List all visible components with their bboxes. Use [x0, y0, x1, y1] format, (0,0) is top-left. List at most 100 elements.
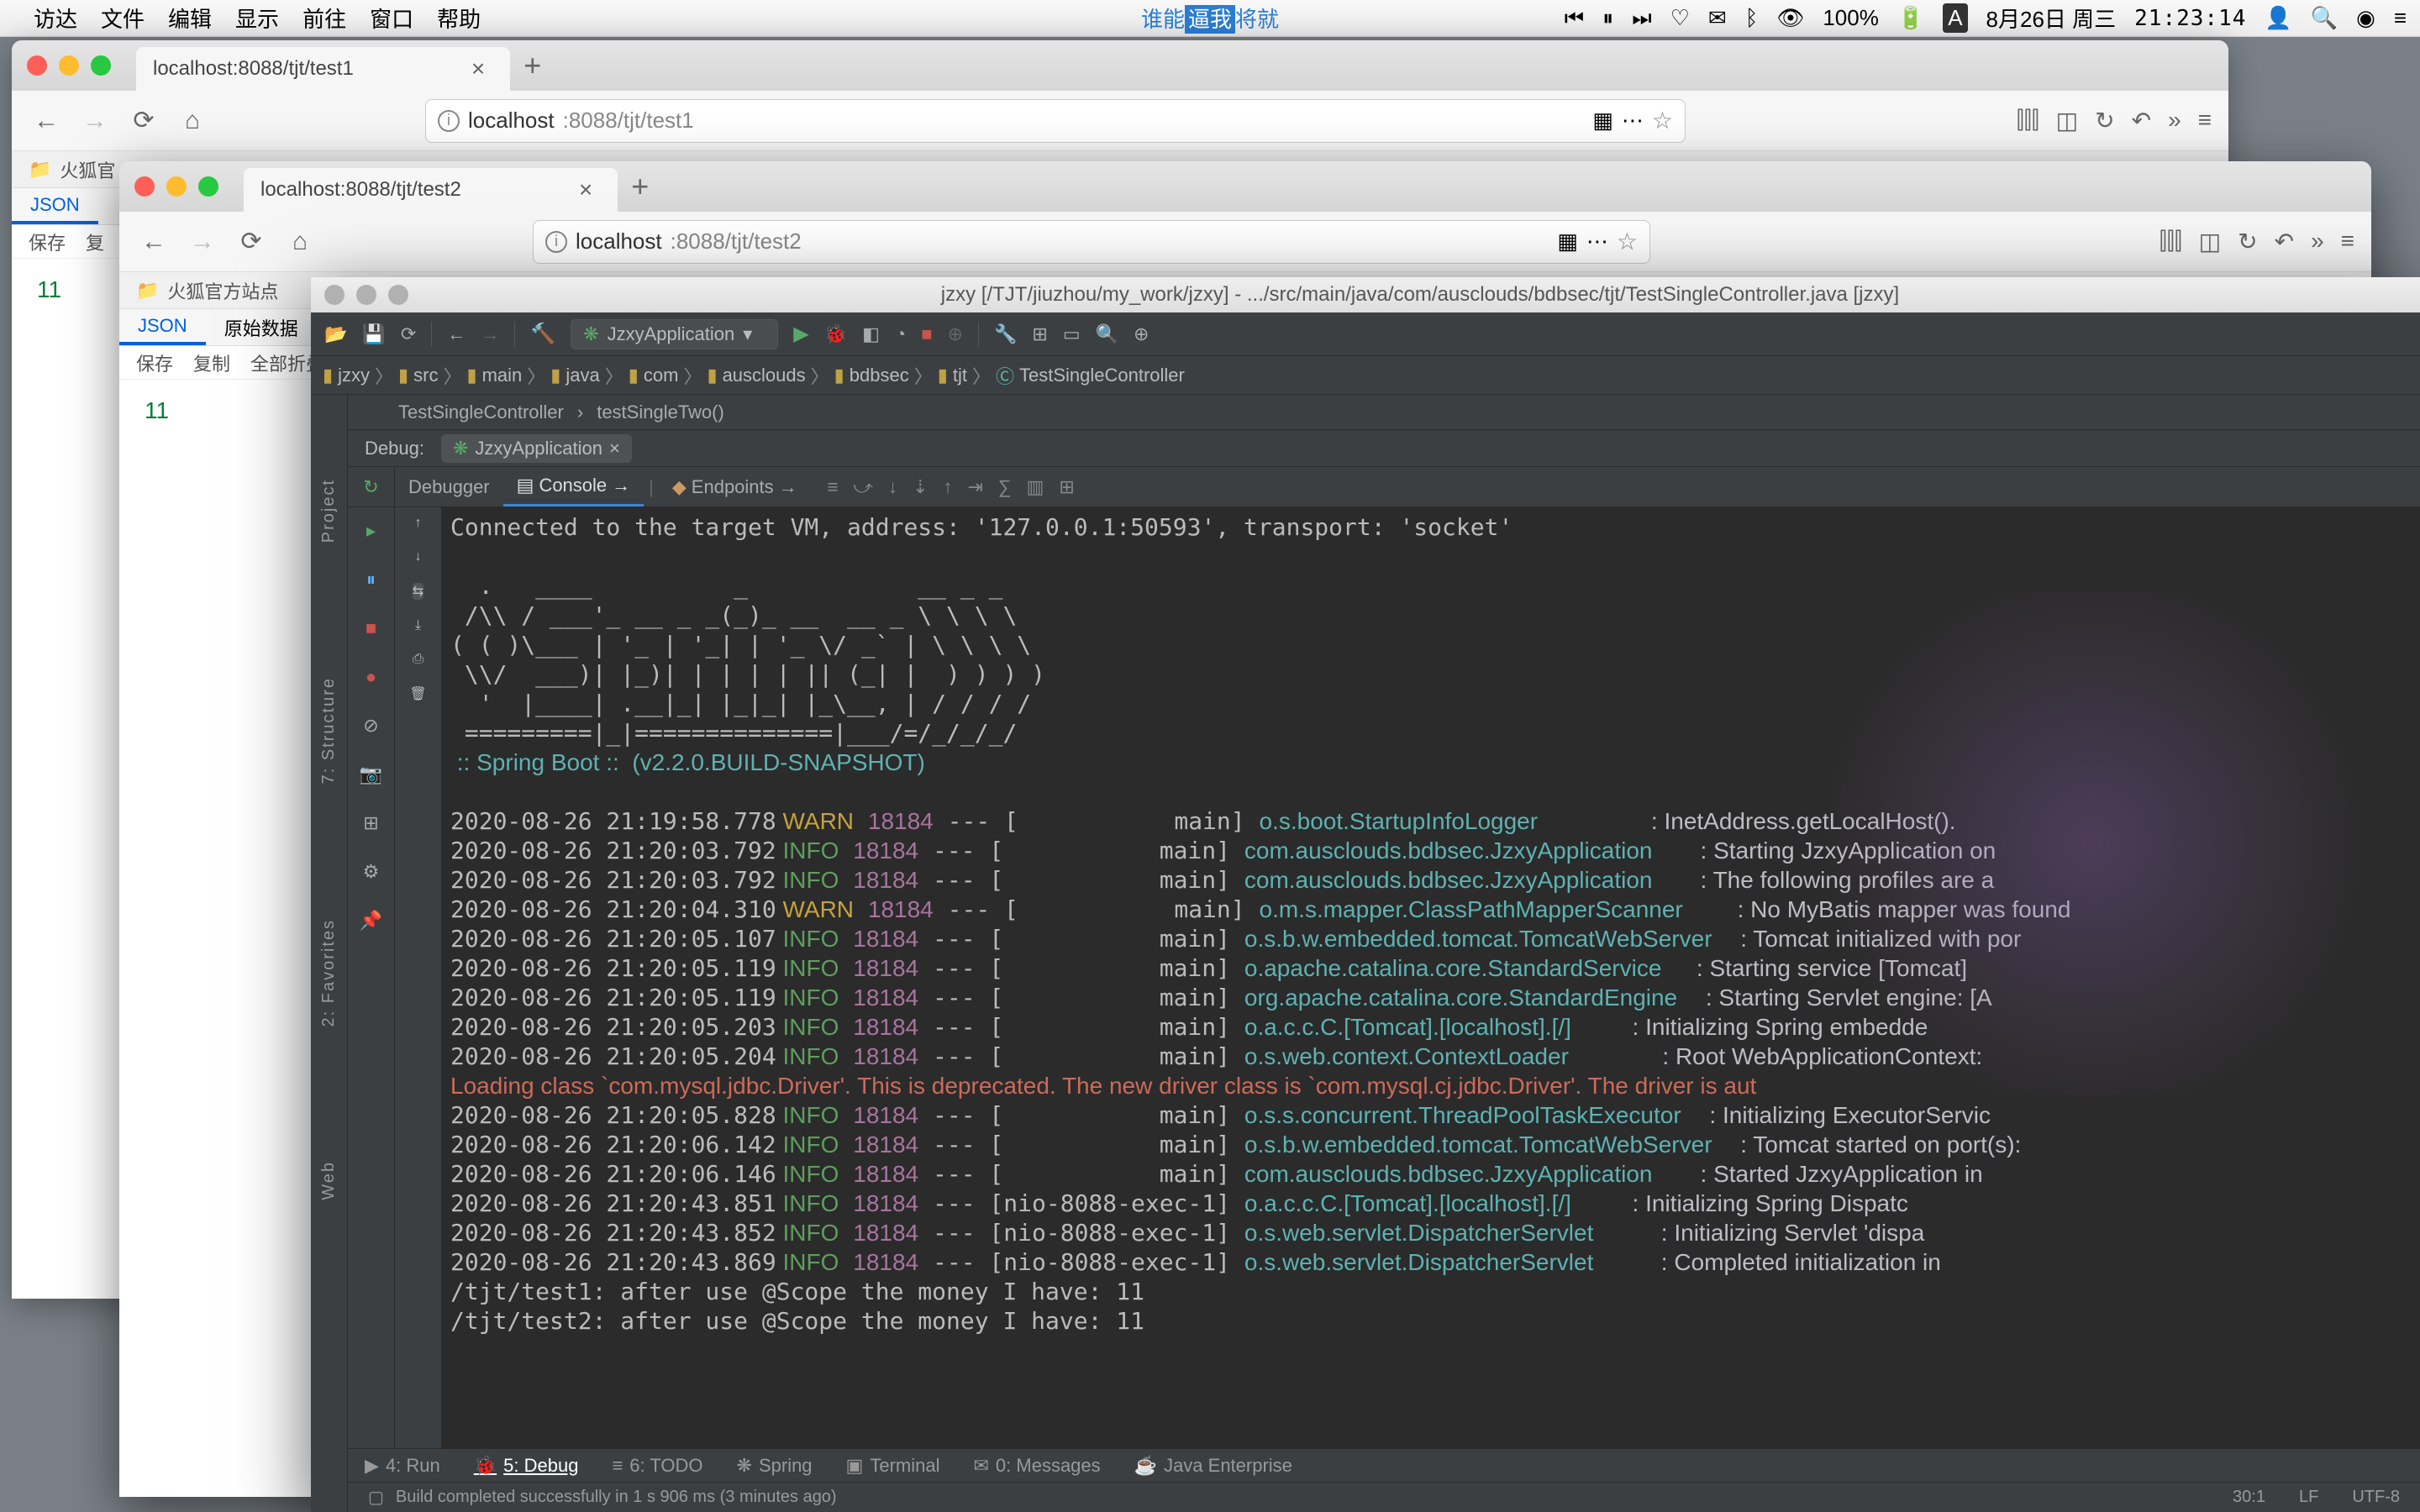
bookmark-item[interactable]: 火狐官: [60, 156, 115, 183]
ff1-traffic-lights[interactable]: [27, 55, 111, 76]
debugger-tab[interactable]: Debugger: [395, 467, 503, 507]
run-to-cursor-icon[interactable]: ⇥: [967, 476, 982, 498]
eye-icon[interactable]: 👁: [1776, 5, 1804, 31]
battery-icon[interactable]: 🔋: [1897, 5, 1924, 31]
mute-breakpoints-icon[interactable]: ⊘: [356, 711, 387, 741]
forward-button[interactable]: →: [77, 103, 113, 139]
ff2-urlbar[interactable]: i localhost:8088/tjt/test2 ▦ ⋯ ☆: [533, 220, 1650, 264]
profile-icon[interactable]: ◔: [895, 323, 906, 345]
down-icon[interactable]: ↓: [415, 549, 422, 564]
favorites-tool[interactable]: 2: Favorites: [319, 919, 339, 1026]
coverage-icon[interactable]: ◧: [862, 323, 880, 345]
open-icon[interactable]: 📂: [324, 323, 347, 345]
undo-icon[interactable]: ↶: [2132, 107, 2151, 134]
settings-icon[interactable]: ⚙: [356, 857, 387, 887]
close-icon[interactable]: ×: [471, 55, 485, 82]
bookmark-star-icon[interactable]: ☆: [1652, 107, 1673, 134]
debug-app-pill[interactable]: ❋ JzxyApplication ×: [441, 434, 632, 463]
ff1-urlbar[interactable]: i localhost:8088/tjt/test1 ▦ ⋯ ☆: [425, 99, 1686, 143]
new-tab-button[interactable]: +: [631, 169, 649, 204]
camera-icon[interactable]: 📷: [356, 759, 387, 790]
java-ee-tool[interactable]: ☕ Java Enterprise: [1134, 1455, 1292, 1477]
user-icon[interactable]: 👤: [2265, 5, 2291, 31]
editor-crumb-method[interactable]: testSingleTwo(): [597, 402, 724, 423]
info-icon[interactable]: i: [438, 110, 460, 132]
layout-icon[interactable]: ⊞: [356, 808, 387, 838]
menu-window[interactable]: 窗口: [370, 3, 413, 34]
reload-button[interactable]: ⟳: [126, 103, 161, 139]
run-icon[interactable]: ▶: [793, 322, 808, 346]
overflow-icon[interactable]: »: [2168, 107, 2181, 134]
pin-icon[interactable]: 📌: [356, 906, 387, 936]
structure-icon[interactable]: ⊞: [1032, 323, 1047, 345]
caret-position[interactable]: 30:1: [2233, 1488, 2265, 1507]
back-button[interactable]: ←: [29, 103, 64, 139]
crumb[interactable]: tjt: [953, 365, 967, 386]
qr-icon[interactable]: ▦: [1592, 108, 1613, 134]
crumb[interactable]: jzxy: [338, 365, 370, 386]
input-method-icon[interactable]: A: [1943, 3, 1967, 33]
run-tool[interactable]: ▶ 4: Run: [365, 1455, 440, 1477]
step-over-icon[interactable]: ⤻: [854, 476, 874, 498]
up-icon[interactable]: ↑: [415, 516, 422, 531]
menu-icon[interactable]: ≡: [2341, 228, 2354, 255]
undo-icon[interactable]: ↶: [2275, 228, 2294, 255]
spotlight-icon[interactable]: 🔍: [2311, 5, 2338, 31]
project-tool[interactable]: Project: [319, 479, 339, 543]
menu-go[interactable]: 前往: [302, 3, 346, 34]
debug-icon[interactable]: 🐞: [824, 323, 847, 345]
toggle-tools-icon[interactable]: ▢: [368, 1487, 384, 1508]
more-icon[interactable]: ⊕: [1134, 323, 1149, 345]
bookmark-item[interactable]: 火狐官方站点: [167, 277, 278, 304]
wechat-icon[interactable]: ✉: [1708, 5, 1727, 31]
evaluate-icon[interactable]: ∑: [998, 476, 1012, 498]
encoding[interactable]: UTF-8: [2352, 1488, 2400, 1507]
back-button[interactable]: ←: [136, 224, 171, 260]
save-icon[interactable]: 💾: [362, 323, 385, 345]
crumb[interactable]: src: [413, 365, 438, 386]
todo-tool[interactable]: ≡ 6: TODO: [612, 1455, 702, 1477]
menu-view[interactable]: 显示: [235, 3, 279, 34]
pause-icon[interactable]: ⏸: [356, 564, 387, 595]
close-icon[interactable]: ×: [579, 176, 592, 203]
heart-icon[interactable]: ♡: [1670, 5, 1690, 31]
forward-icon[interactable]: →: [481, 323, 499, 345]
wrench-icon[interactable]: 🔧: [994, 323, 1017, 345]
menu-file[interactable]: 文件: [101, 3, 145, 34]
menu-icon[interactable]: ≡: [2198, 107, 2212, 134]
endpoints-tab[interactable]: ◆ Endpoints →: [659, 467, 811, 507]
crumb[interactable]: com: [644, 365, 679, 386]
web-tool[interactable]: Web: [319, 1161, 339, 1200]
print-icon[interactable]: ⎙: [413, 652, 424, 667]
build-icon[interactable]: 🔨: [530, 322, 555, 346]
siri-icon[interactable]: ◉: [2356, 5, 2375, 31]
menu-help[interactable]: 帮助: [437, 3, 481, 34]
next-track-icon[interactable]: ⏭: [1632, 5, 1651, 32]
sync-icon[interactable]: ↻: [2238, 228, 2257, 255]
bluetooth-icon[interactable]: ᛒ: [1745, 5, 1759, 31]
new-tab-button[interactable]: +: [523, 48, 541, 83]
terminal-tool[interactable]: ▣ Terminal: [846, 1455, 940, 1477]
json-tab[interactable]: JSON: [12, 188, 98, 224]
crumb[interactable]: ausclouds: [723, 365, 806, 386]
console-tab[interactable]: ▤ Console →: [503, 467, 644, 507]
forward-button[interactable]: →: [185, 224, 220, 260]
idea-traffic-lights[interactable]: [324, 285, 408, 305]
menu-edit[interactable]: 编辑: [168, 3, 212, 34]
copy-action[interactable]: 复制: [193, 349, 230, 376]
layout-icon[interactable]: ⊞: [1059, 476, 1074, 498]
scroll-end-icon[interactable]: ⤓: [415, 618, 421, 633]
editor-crumb-class[interactable]: TestSingleController: [398, 402, 564, 423]
resume-icon[interactable]: ▸: [356, 516, 387, 546]
pause-icon[interactable]: ⏸: [1602, 5, 1613, 32]
update-icon[interactable]: ⊕: [948, 323, 963, 345]
sidebar-icon[interactable]: ◫: [2056, 107, 2078, 134]
step-force-icon[interactable]: ⇣: [913, 476, 928, 498]
rerun-button[interactable]: ↻: [348, 467, 395, 507]
frames-icon[interactable]: ▥: [1027, 476, 1044, 498]
more-icon[interactable]: ⋯: [1622, 108, 1644, 134]
save-action[interactable]: 保存: [136, 349, 173, 376]
search-icon[interactable]: 🔍: [1096, 323, 1118, 345]
console-output[interactable]: Connected to the target VM, address: '12…: [442, 507, 2420, 1448]
qr-icon[interactable]: ▦: [1557, 228, 1578, 255]
